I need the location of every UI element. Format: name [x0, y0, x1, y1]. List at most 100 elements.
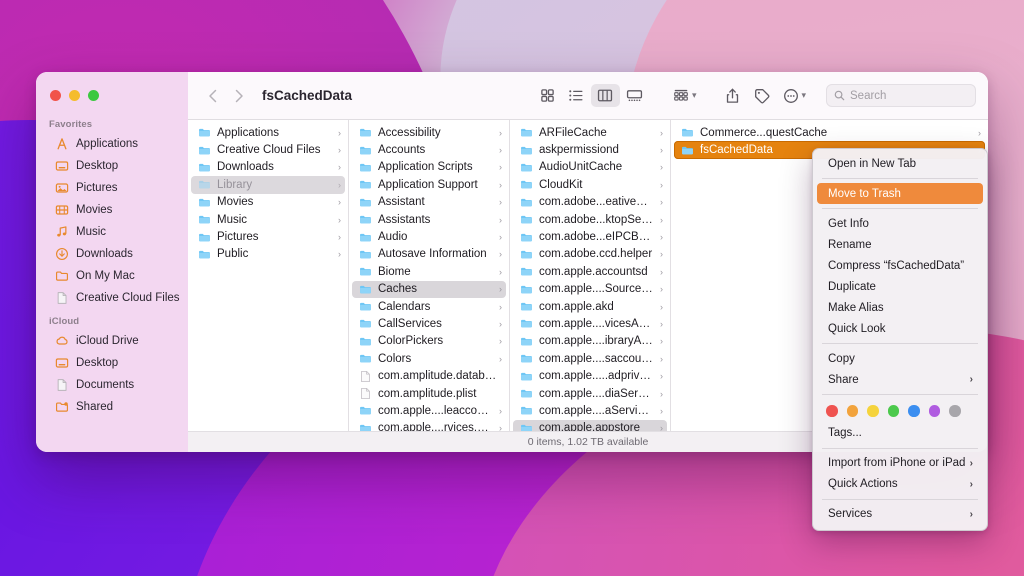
menu-item-move-to-trash[interactable]: Move to Trash [817, 183, 983, 204]
file-row[interactable]: com.apple....saccountsd › [513, 350, 667, 367]
sidebar-item-desktop[interactable]: Desktop [42, 352, 182, 373]
file-row[interactable]: com.apple....leaccountd › [352, 402, 506, 419]
file-row[interactable]: com.apple....ibraryAgent › [513, 333, 667, 350]
applications-icon [57, 137, 67, 149]
menu-item-services[interactable]: Services › [817, 504, 983, 525]
menu-item-quick-look[interactable]: Quick Look [817, 318, 983, 339]
file-row[interactable]: Applications › [191, 124, 345, 141]
sidebar-item-pictures[interactable]: Pictures [42, 177, 182, 198]
tag-color-swatch[interactable] [826, 405, 838, 417]
tags-button[interactable] [747, 84, 776, 107]
file-row[interactable]: com.apple.....adprivacyd › [513, 367, 667, 384]
file-row[interactable]: CallServices › [352, 315, 506, 332]
minimize-button[interactable] [69, 90, 80, 101]
file-row[interactable]: Commerce...questCache › [674, 124, 985, 141]
zoom-button[interactable] [88, 90, 99, 101]
file-row[interactable]: Assistants › [352, 211, 506, 228]
tag-color-swatch[interactable] [887, 405, 899, 417]
file-row[interactable]: Public › [191, 246, 345, 263]
tag-color-swatch[interactable] [908, 405, 920, 417]
back-button[interactable] [200, 83, 226, 109]
file-row[interactable]: AudioUnitCache › [513, 159, 667, 176]
file-row[interactable]: Caches › [352, 280, 506, 298]
sidebar-item-desktop[interactable]: Desktop [42, 155, 182, 176]
menu-item-compress-fscacheddata[interactable]: Compress “fsCachedData” [817, 255, 983, 276]
file-row[interactable]: com.apple....diaServices › [513, 385, 667, 402]
chevron-down-icon-more[interactable]: ▾ [801, 90, 806, 101]
file-row[interactable]: com.apple....SourceSync › [513, 281, 667, 298]
chevron-down-icon[interactable]: ▾ [692, 90, 697, 101]
chevron-right-icon: › [499, 162, 502, 173]
sidebar-item-creative-cloud-files[interactable]: Creative Cloud Files [42, 287, 182, 308]
share-button[interactable] [718, 84, 747, 107]
forward-button[interactable] [226, 83, 252, 109]
menu-item-share[interactable]: Share › [817, 369, 983, 390]
chevron-right-icon: › [660, 423, 663, 431]
sidebar-item-icloud-drive[interactable]: iCloud Drive [42, 330, 182, 351]
document-icon [57, 378, 67, 391]
sidebar-item-applications[interactable]: Applications [42, 133, 182, 154]
menu-separator [822, 178, 978, 179]
chevron-right-icon: › [499, 284, 502, 295]
folder-icon [521, 337, 532, 346]
file-row[interactable]: askpermissiond › [513, 141, 667, 158]
menu-item-copy[interactable]: Copy [817, 348, 983, 369]
menu-item-quick-actions[interactable]: Quick Actions › [817, 474, 983, 495]
sidebar-item-movies[interactable]: Movies [42, 199, 182, 220]
file-row[interactable]: Calendars › [352, 298, 506, 315]
search-field[interactable]: Search [826, 84, 976, 107]
menu-item-duplicate[interactable]: Duplicate [817, 276, 983, 297]
tag-color-swatch[interactable] [949, 405, 961, 417]
file-row[interactable]: com.apple....rvices.cloud › [352, 420, 506, 431]
file-row[interactable]: Accessibility › [352, 124, 506, 141]
submenu-arrow-icon: › [969, 374, 973, 385]
tag-color-swatch[interactable] [867, 405, 879, 417]
file-row[interactable]: ColorPickers › [352, 333, 506, 350]
file-row[interactable]: com.adobe...eativeCloud › [513, 194, 667, 211]
sidebar-item-documents[interactable]: Documents [42, 374, 182, 395]
file-row[interactable]: Accounts › [352, 141, 506, 158]
menu-item-get-info[interactable]: Get Info [817, 213, 983, 234]
menu-item-rename[interactable]: Rename [817, 234, 983, 255]
file-row[interactable]: Downloads › [191, 159, 345, 176]
menu-item-tags[interactable]: Tags... [817, 423, 983, 444]
menu-item-open-in-new-tab[interactable]: Open in New Tab [817, 153, 983, 174]
file-row[interactable]: com.apple....vicesAgent › [513, 315, 667, 332]
file-row[interactable]: Movies › [191, 194, 345, 211]
file-row[interactable]: com.amplitude.database [352, 367, 506, 384]
list-view-button[interactable] [562, 84, 591, 107]
menu-item-make-alias[interactable]: Make Alias [817, 297, 983, 318]
file-row[interactable]: Library › [191, 176, 345, 194]
file-row[interactable]: com.adobe...eIPCBroker › [513, 228, 667, 245]
icon-view-button[interactable] [533, 84, 562, 107]
sidebar-item-downloads[interactable]: Downloads [42, 243, 182, 264]
file-row[interactable]: Creative Cloud Files › [191, 141, 345, 158]
sidebar-item-shared[interactable]: Shared [42, 396, 182, 417]
sidebar-item-on-my-mac[interactable]: On My Mac [42, 265, 182, 286]
column-view-button[interactable] [590, 84, 620, 107]
file-row[interactable]: Music › [191, 211, 345, 228]
file-row[interactable]: ARFileCache › [513, 124, 667, 141]
file-row[interactable]: CloudKit › [513, 176, 667, 193]
file-row[interactable]: Application Scripts › [352, 159, 506, 176]
tag-color-swatch[interactable] [846, 405, 858, 417]
close-button[interactable] [50, 90, 61, 101]
file-row[interactable]: Autosave Information › [352, 246, 506, 263]
menu-item-import-from-iphone-or-ipad[interactable]: Import from iPhone or iPad › [817, 453, 983, 474]
sidebar-item-music[interactable]: Music [42, 221, 182, 242]
gallery-view-button[interactable] [620, 84, 649, 107]
file-row[interactable]: Biome › [352, 263, 506, 280]
file-row[interactable]: com.apple.appstore › [513, 419, 667, 431]
file-row[interactable]: com.amplitude.plist [352, 385, 506, 402]
file-row[interactable]: Audio › [352, 228, 506, 245]
file-row[interactable]: Pictures › [191, 228, 345, 245]
tag-color-swatch[interactable] [928, 405, 940, 417]
file-row[interactable]: com.adobe.ccd.helper › [513, 246, 667, 263]
file-row[interactable]: Colors › [352, 350, 506, 367]
file-row[interactable]: Assistant › [352, 194, 506, 211]
file-row[interactable]: com.apple.akd › [513, 298, 667, 315]
file-row[interactable]: com.apple....aServicesUI › [513, 402, 667, 419]
file-row[interactable]: Application Support › [352, 176, 506, 193]
file-row[interactable]: com.adobe...ktopService › [513, 211, 667, 228]
file-row[interactable]: com.apple.accountsd › [513, 263, 667, 280]
